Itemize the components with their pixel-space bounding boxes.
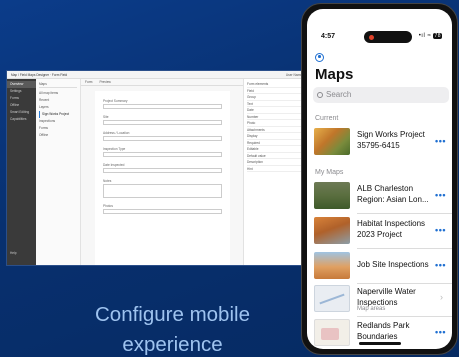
- caption-line-2: experience: [122, 333, 223, 356]
- search-placeholder: Search: [326, 90, 352, 99]
- more-options-icon[interactable]: •••: [435, 260, 446, 270]
- desktop-sidebar-item[interactable]: Capabilities: [7, 116, 36, 123]
- map-name: ALB Charleston Region: Asian Lon...: [357, 184, 429, 204]
- form-field[interactable]: Photos: [103, 204, 222, 214]
- desktop-list-header: Maps: [39, 81, 77, 88]
- page-title: Maps: [315, 66, 354, 83]
- desktop-designer-screenshot: Map / Field Maps Designer · Form Field U…: [6, 70, 307, 266]
- desktop-top-bar: Map / Field Maps Designer · Form Field U…: [7, 71, 306, 79]
- form-field[interactable]: Notes: [103, 179, 222, 198]
- map-name: Redlands Park Boundaries: [357, 321, 410, 341]
- map-thumbnail: [314, 217, 350, 244]
- tab-preview[interactable]: Preview: [99, 80, 110, 84]
- property-row[interactable]: Hint: [247, 166, 303, 172]
- more-options-icon[interactable]: •••: [435, 225, 446, 235]
- desktop-form-editor: Form Preview Project Summary Site Addres…: [81, 79, 244, 265]
- desktop-sidebar-item[interactable]: Offline: [7, 102, 36, 109]
- desktop-sidebar-item[interactable]: Forms: [7, 95, 36, 102]
- desktop-list-item[interactable]: Offline: [39, 132, 77, 139]
- desktop-list-item[interactable]: Layers: [39, 104, 77, 111]
- form-field-input[interactable]: [103, 104, 222, 109]
- home-indicator[interactable]: [359, 342, 401, 345]
- section-my-maps: My Maps: [315, 169, 344, 176]
- desktop-user[interactable]: User Name: [286, 73, 302, 77]
- form-field[interactable]: Address / Location: [103, 131, 222, 141]
- status-time: 4:57: [321, 33, 336, 40]
- desktop-map-list: Maps All map items Recent Layers Sign Wo…: [36, 79, 81, 265]
- desktop-list-item[interactable]: Inspections: [39, 118, 77, 125]
- map-thumbnail: [314, 252, 350, 279]
- status-bar: 4:57 •ıl ≈ 78: [307, 31, 452, 43]
- status-icons: •ıl ≈ 78: [419, 33, 442, 39]
- section-current: Current: [315, 115, 339, 122]
- desktop-list-item[interactable]: Forms: [39, 125, 77, 132]
- map-thumbnail: [314, 182, 350, 209]
- map-thumbnail: [314, 285, 350, 312]
- form-field-input[interactable]: [103, 184, 222, 198]
- row-divider: [357, 247, 452, 248]
- map-list-item[interactable]: Habitat Inspections 2023 Project •••: [307, 214, 452, 248]
- tab-form[interactable]: Form: [85, 80, 92, 84]
- desktop-sidebar-item[interactable]: Overview: [7, 81, 36, 88]
- form-field[interactable]: Date Inspected: [103, 163, 222, 173]
- battery-icon: 78: [433, 33, 442, 39]
- more-options-icon[interactable]: •••: [435, 327, 446, 337]
- desktop-list-item[interactable]: Recent: [39, 97, 77, 104]
- more-options-icon[interactable]: •••: [435, 190, 446, 200]
- form-field-input[interactable]: [103, 152, 222, 157]
- form-field[interactable]: Inspection Type: [103, 147, 222, 157]
- desktop-list-item[interactable]: All map items: [39, 90, 77, 97]
- form-field-input[interactable]: [103, 136, 222, 141]
- desktop-form-canvas: Project Summary Site Address / Location …: [95, 91, 230, 265]
- desktop-app-title: Map / Field Maps Designer · Form Field: [11, 72, 68, 77]
- map-subtitle: Map areas: [357, 306, 386, 312]
- map-list-item[interactable]: ALB Charleston Region: Asian Lon... •••: [307, 179, 452, 213]
- form-field-input[interactable]: [103, 120, 222, 125]
- desktop-sidebar-help[interactable]: Help: [7, 250, 36, 257]
- row-divider: [357, 212, 452, 213]
- profile-avatar-icon[interactable]: [315, 53, 324, 62]
- caption-line-1: Configure mobile: [95, 303, 250, 326]
- form-field-input[interactable]: [103, 209, 222, 214]
- map-list-item[interactable]: Job Site Inspections •••: [307, 249, 452, 283]
- desktop-sidebar-item[interactable]: Smart Editing: [7, 109, 36, 116]
- dynamic-island: [364, 31, 412, 43]
- desktop-sidebar: Overview Settings Forms Offline Smart Ed…: [7, 79, 36, 265]
- form-field[interactable]: Site: [103, 115, 222, 125]
- chevron-right-icon[interactable]: ›: [440, 292, 443, 302]
- map-name: Naperville Water Inspections: [357, 287, 416, 307]
- map-name: Sign Works Project 35795-6415: [357, 130, 425, 150]
- map-thumbnail: [314, 128, 350, 155]
- phone-frame: 4:57 •ıl ≈ 78 Maps Search Current Sign W…: [301, 3, 458, 355]
- search-icon: [317, 92, 323, 98]
- desktop-properties-panel: Form elements Field Group Text Date Numb…: [244, 79, 306, 265]
- phone-screen: 4:57 •ıl ≈ 78 Maps Search Current Sign W…: [307, 9, 452, 349]
- form-field-input[interactable]: [103, 168, 222, 173]
- map-list-item[interactable]: Sign Works Project 35795-6415 •••: [307, 125, 452, 159]
- map-list-item[interactable]: Naperville Water Inspections Map areas ›: [307, 282, 452, 316]
- map-name: Habitat Inspections 2023 Project: [357, 219, 426, 239]
- desktop-tabs: Form Preview: [81, 79, 243, 86]
- form-field[interactable]: Project Summary: [103, 99, 222, 109]
- desktop-sidebar-item[interactable]: Settings: [7, 88, 36, 95]
- signal-wifi-icon: •ıl ≈: [418, 33, 432, 39]
- recording-indicator-icon: [369, 34, 374, 40]
- search-input[interactable]: Search: [313, 87, 449, 103]
- more-options-icon[interactable]: •••: [435, 136, 446, 146]
- map-name: Job Site Inspections: [357, 260, 429, 269]
- map-thumbnail: [314, 319, 350, 346]
- desktop-list-item[interactable]: Sign Works Project: [39, 111, 77, 118]
